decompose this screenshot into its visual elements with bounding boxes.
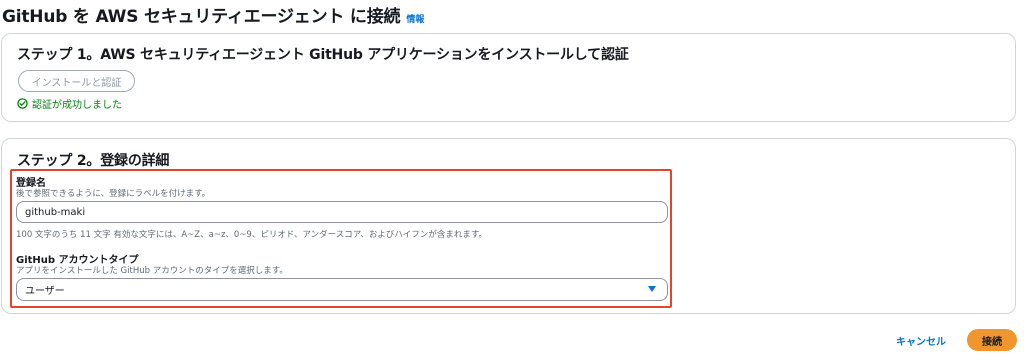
registration-name-description: 後で参照できるように、登録にラベルを付けます。 <box>16 189 211 199</box>
registration-name-input[interactable] <box>16 201 668 223</box>
account-type-select[interactable]: ユーザー <box>16 278 668 301</box>
account-type-selected-value: ユーザー <box>25 286 65 297</box>
page-title: GitHub を AWS セキュリティエージェント に接続 <box>2 7 401 27</box>
page-header: GitHub を AWS セキュリティエージェント に接続 情報 <box>2 2 424 27</box>
step1-title: ステップ 1。AWS セキュリティエージェント GitHub アプリケーションを… <box>17 47 629 63</box>
cancel-button[interactable]: キャンセル <box>896 333 946 348</box>
auth-status-text: 認証が成功しました <box>32 100 122 111</box>
step2-title: ステップ 2。登録の詳細 <box>17 153 170 169</box>
check-circle-icon <box>17 98 28 109</box>
info-link[interactable]: 情報 <box>406 12 424 25</box>
connect-button[interactable]: 接続 <box>967 329 1017 351</box>
step1-container: ステップ 1。AWS セキュリティエージェント GitHub アプリケーションを… <box>1 33 1016 122</box>
caret-down-icon <box>648 286 656 292</box>
auth-status: 認証が成功しました <box>17 96 122 111</box>
account-type-description: アプリをインストールした GitHub アカウントのタイプを選択します。 <box>16 266 288 276</box>
install-and-authenticate-button[interactable]: インストールと認証 <box>18 70 135 92</box>
registration-name-constraint: 100 文字のうち 11 文字 有効な文字には、A~Z、a~z、0~9、ピリオド… <box>16 230 488 240</box>
